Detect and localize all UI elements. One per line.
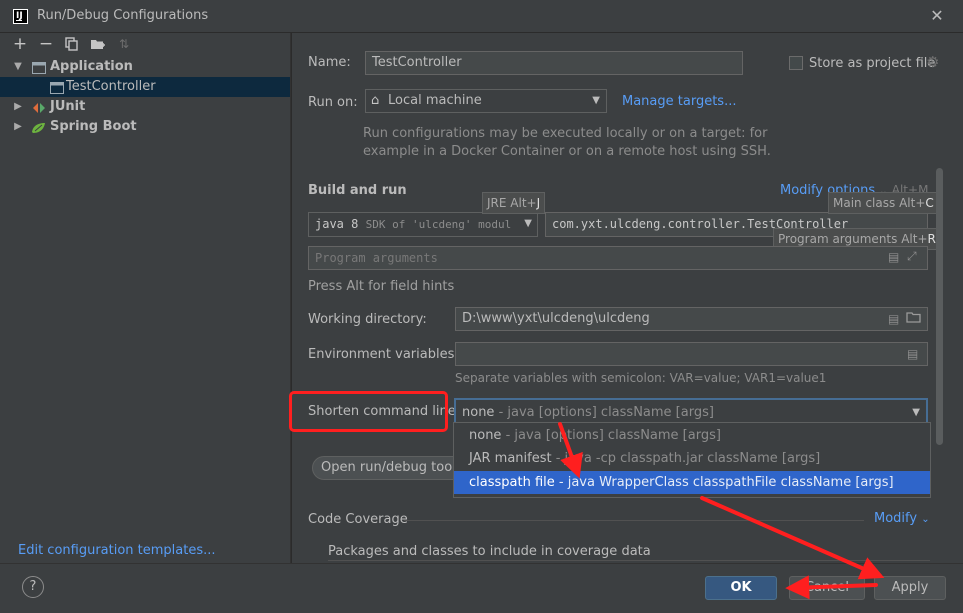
arrow-to-classpath-file [558,422,583,479]
arrow-to-apply [700,496,885,580]
annotation-arrows [558,422,885,600]
arrow-to-ok [785,575,878,600]
